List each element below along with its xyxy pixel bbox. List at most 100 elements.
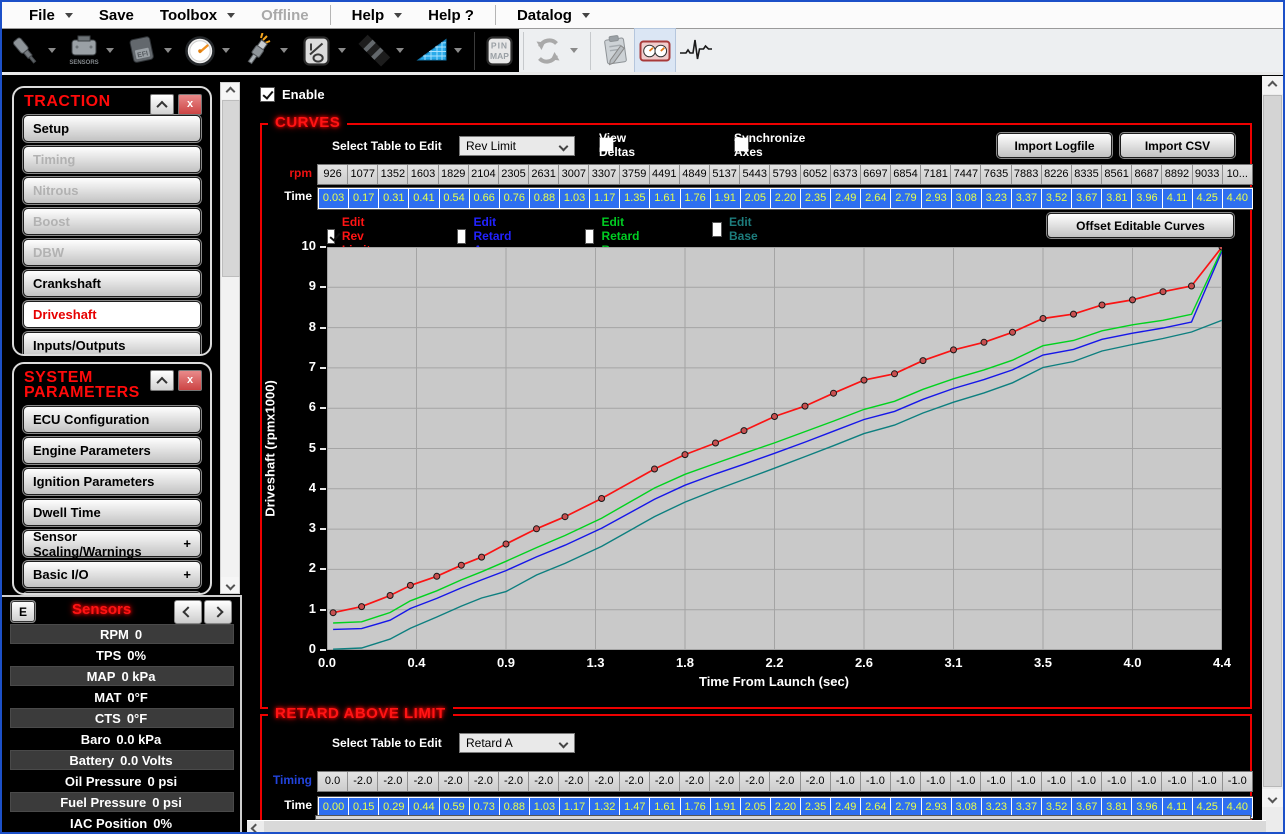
time-cell[interactable]: 1.03 bbox=[559, 188, 590, 209]
enable-checkbox[interactable] bbox=[260, 87, 275, 102]
timing-cell[interactable]: -1.0 bbox=[1012, 772, 1042, 791]
time-cell[interactable]: 2.64 bbox=[860, 188, 891, 209]
time-row[interactable]: 0.030.170.310.410.540.660.760.881.031.17… bbox=[317, 187, 1253, 210]
time-cell[interactable]: 0.31 bbox=[378, 188, 409, 209]
sidebar-item-sensor-scaling-warnings[interactable]: Sensor Scaling/Warnings+ bbox=[23, 530, 201, 557]
rpm-cell[interactable]: 1352 bbox=[378, 165, 408, 184]
time-cell[interactable]: 1.91 bbox=[710, 188, 741, 209]
sidebar-item-dbw[interactable]: DBW bbox=[23, 239, 201, 266]
sidebar-item-ecu-configuration[interactable]: ECU Configuration bbox=[23, 406, 201, 433]
time-cell[interactable]: 1.35 bbox=[619, 188, 650, 209]
time-cell[interactable]: 0.17 bbox=[348, 188, 379, 209]
timing-cell[interactable]: -1.0 bbox=[981, 772, 1011, 791]
rpm-cell[interactable]: 3307 bbox=[589, 165, 619, 184]
time-cell[interactable]: 0.76 bbox=[499, 188, 530, 209]
toolbar-dropdown-arrow[interactable] bbox=[48, 48, 56, 53]
rpm-cell[interactable]: 8226 bbox=[1042, 165, 1072, 184]
left-panel-scrollbar[interactable] bbox=[220, 82, 240, 594]
timing-cell[interactable]: -1.0 bbox=[1132, 772, 1162, 791]
timing-cell[interactable]: -2.0 bbox=[529, 772, 559, 791]
timing-cell[interactable]: -1.0 bbox=[1102, 772, 1132, 791]
sidebar-item-driveshaft[interactable]: Driveshaft bbox=[23, 301, 201, 328]
panel-close-button[interactable]: x bbox=[178, 94, 202, 115]
rpm-cell[interactable]: 1829 bbox=[439, 165, 469, 184]
timing-cell[interactable]: -1.0 bbox=[1223, 772, 1252, 791]
menu-help[interactable]: Help bbox=[339, 2, 416, 28]
timing-cell[interactable]: -1.0 bbox=[1193, 772, 1223, 791]
sidebar-item-nitrous[interactable]: Nitrous bbox=[23, 177, 201, 204]
timing-cell[interactable]: 0.0 bbox=[318, 772, 348, 791]
toolbar-gauge-button[interactable] bbox=[180, 29, 238, 72]
rpm-cell[interactable]: 9033 bbox=[1193, 165, 1223, 184]
menu-dropdown-arrow[interactable] bbox=[582, 13, 590, 18]
retard-table-select-dropdown[interactable]: Retard A bbox=[459, 733, 575, 753]
time-cell[interactable]: 0.66 bbox=[469, 188, 500, 209]
rpm-cell[interactable]: 4491 bbox=[650, 165, 680, 184]
rpm-cell[interactable]: 7883 bbox=[1012, 165, 1042, 184]
toolbar-efi-handheld-button[interactable]: EFI bbox=[122, 29, 180, 72]
rpm-cell[interactable]: 3759 bbox=[620, 165, 650, 184]
timing-cell[interactable]: -1.0 bbox=[1072, 772, 1102, 791]
rpm-cell[interactable]: 8561 bbox=[1102, 165, 1132, 184]
menu-save[interactable]: Save bbox=[86, 2, 147, 28]
time-cell[interactable]: 3.37 bbox=[1011, 188, 1042, 209]
menu-toolbox[interactable]: Toolbox bbox=[147, 2, 248, 28]
timing-cell[interactable]: -2.0 bbox=[408, 772, 438, 791]
time-cell[interactable]: 3.52 bbox=[1041, 188, 1072, 209]
sidebar-item-timing[interactable]: Timing bbox=[23, 146, 201, 173]
timing-cell[interactable]: -1.0 bbox=[951, 772, 981, 791]
scroll-up-button[interactable] bbox=[1262, 76, 1283, 94]
menu-dropdown-arrow[interactable] bbox=[227, 13, 235, 18]
rpm-cell[interactable]: 7635 bbox=[981, 165, 1011, 184]
time-cell[interactable]: 2.93 bbox=[921, 188, 952, 209]
time-cell[interactable]: 3.96 bbox=[1131, 188, 1162, 209]
toolbar-dash-gauges-button[interactable] bbox=[635, 29, 675, 72]
toolbar-dropdown-arrow[interactable] bbox=[454, 48, 462, 53]
time-cell[interactable]: 0.88 bbox=[529, 188, 560, 209]
toolbar-timing-belt-button[interactable] bbox=[354, 29, 412, 72]
toolbar-dropdown-arrow[interactable] bbox=[396, 48, 404, 53]
time-cell[interactable]: 3.23 bbox=[981, 188, 1012, 209]
rpm-cell[interactable]: 2104 bbox=[469, 165, 499, 184]
toolbar-io-button[interactable] bbox=[296, 29, 354, 72]
time-cell[interactable]: 2.05 bbox=[740, 188, 771, 209]
toolbar-dropdown-arrow[interactable] bbox=[164, 48, 172, 53]
panel-collapse-button[interactable] bbox=[150, 94, 174, 115]
rpm-cell[interactable]: 5793 bbox=[770, 165, 800, 184]
rpm-cell[interactable]: 6854 bbox=[891, 165, 921, 184]
rpm-cell[interactable]: 5443 bbox=[740, 165, 770, 184]
timing-cell[interactable]: -1.0 bbox=[891, 772, 921, 791]
rpm-cell[interactable]: 1603 bbox=[408, 165, 438, 184]
timing-cell[interactable]: -2.0 bbox=[801, 772, 831, 791]
sidebar-item-inputs-outputs[interactable]: Inputs/Outputs bbox=[23, 332, 201, 356]
sensors-next-button[interactable] bbox=[204, 600, 232, 624]
rpm-cell[interactable]: 8687 bbox=[1132, 165, 1162, 184]
sidebar-item-crankshaft[interactable]: Crankshaft bbox=[23, 270, 201, 297]
menu-dropdown-arrow[interactable] bbox=[65, 13, 73, 18]
timing-cell[interactable]: -2.0 bbox=[740, 772, 770, 791]
time-cell[interactable]: 4.25 bbox=[1192, 188, 1223, 209]
toolbar-dropdown-arrow[interactable] bbox=[338, 48, 346, 53]
time-cell[interactable]: 0.03 bbox=[318, 188, 349, 209]
time-cell[interactable]: 4.11 bbox=[1162, 188, 1193, 209]
scroll-down-button[interactable] bbox=[221, 577, 239, 593]
timing-cell[interactable]: -2.0 bbox=[439, 772, 469, 791]
toolbar-dropdown-arrow[interactable] bbox=[570, 48, 578, 53]
time-cell[interactable]: 2.49 bbox=[830, 188, 861, 209]
panel-close-button[interactable]: x bbox=[178, 370, 202, 391]
timing-cell[interactable]: -2.0 bbox=[348, 772, 378, 791]
menu-file[interactable]: File bbox=[16, 2, 86, 28]
time-cell[interactable]: 1.17 bbox=[589, 188, 620, 209]
rpm-cell[interactable]: 6373 bbox=[831, 165, 861, 184]
timing-cell[interactable]: -2.0 bbox=[499, 772, 529, 791]
toolbar-dropdown-arrow[interactable] bbox=[106, 48, 114, 53]
rpm-cell[interactable]: 6697 bbox=[861, 165, 891, 184]
time-cell[interactable]: 3.81 bbox=[1101, 188, 1132, 209]
timing-cell[interactable]: -1.0 bbox=[921, 772, 951, 791]
time-cell[interactable]: 2.79 bbox=[890, 188, 921, 209]
rpm-cell[interactable]: 3007 bbox=[559, 165, 589, 184]
rpm-cell[interactable]: 8335 bbox=[1072, 165, 1102, 184]
toolbar-waveform-button[interactable] bbox=[675, 29, 715, 72]
timing-cell[interactable]: -2.0 bbox=[710, 772, 740, 791]
timing-cell[interactable]: -2.0 bbox=[378, 772, 408, 791]
